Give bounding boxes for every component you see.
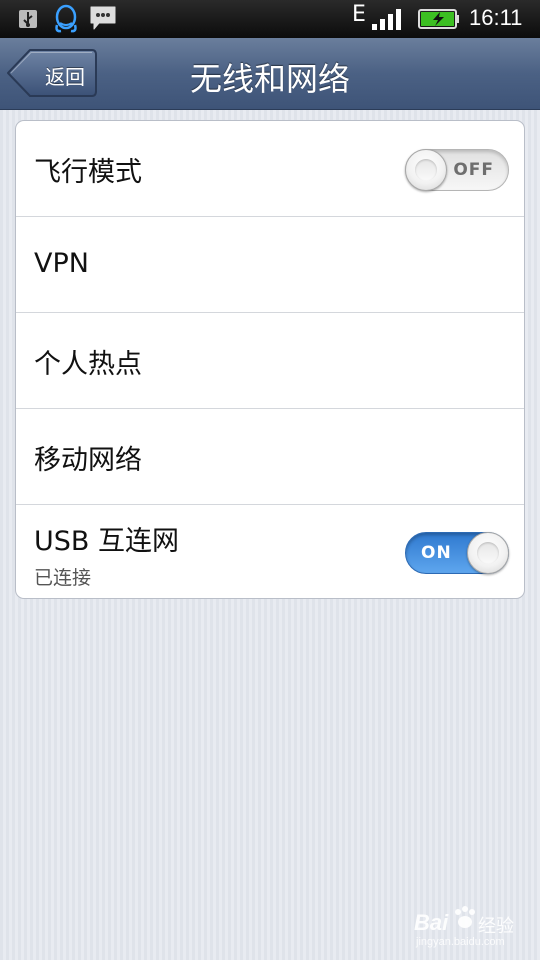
settings-item-label: 飞行模式	[34, 157, 142, 188]
paw-logo-icon	[455, 906, 475, 928]
back-button[interactable]: 返回	[6, 47, 98, 99]
battery-charging-icon	[418, 9, 459, 29]
usb-icon	[19, 10, 37, 28]
airplane-mode-toggle[interactable]: OFF	[405, 149, 509, 191]
settings-item-label: 个人热点	[34, 349, 142, 380]
settings-item-label: VPN	[34, 248, 89, 279]
settings-item-status: 已连接	[34, 567, 92, 589]
baidu-jingyan-watermark: Bai 经验 jingyan.baidu.com	[414, 898, 536, 950]
watermark-url: jingyan.baidu.com	[416, 936, 505, 948]
network-type-label: E	[352, 2, 366, 27]
settings-item-usb-tethering[interactable]: USB 互连网 已连接 ON	[16, 505, 524, 598]
settings-item-airplane-mode[interactable]: 飞行模式 OFF	[16, 121, 524, 217]
usb-tethering-toggle[interactable]: ON	[405, 532, 509, 574]
clock: 16:11	[469, 5, 523, 30]
status-bar: E 16:11	[0, 0, 540, 38]
settings-item-personal-hotspot[interactable]: 个人热点	[16, 313, 524, 409]
title-bar: 返回 无线和网络	[0, 38, 540, 110]
settings-item-mobile-network[interactable]: 移动网络	[16, 409, 524, 505]
watermark-brand: Bai	[414, 910, 449, 935]
toggle-knob[interactable]	[405, 149, 447, 191]
message-icon	[90, 6, 116, 30]
page-title: 无线和网络	[189, 60, 350, 98]
settings-list: 飞行模式 OFF VPN 个人热点 移动网络 USB 互连网 已连接 ON	[15, 120, 525, 599]
toggle-state-label: ON	[421, 543, 452, 563]
signal-icon	[372, 9, 401, 30]
settings-item-label: 移动网络	[34, 445, 142, 476]
settings-item-label: USB 互连网	[34, 526, 180, 557]
settings-item-vpn[interactable]: VPN	[16, 217, 524, 313]
qq-icon	[55, 4, 77, 33]
toggle-knob[interactable]	[467, 532, 509, 574]
watermark-brand-suffix: 经验	[478, 916, 514, 937]
toggle-state-label: OFF	[453, 160, 494, 180]
back-button-label: 返回	[45, 65, 85, 89]
